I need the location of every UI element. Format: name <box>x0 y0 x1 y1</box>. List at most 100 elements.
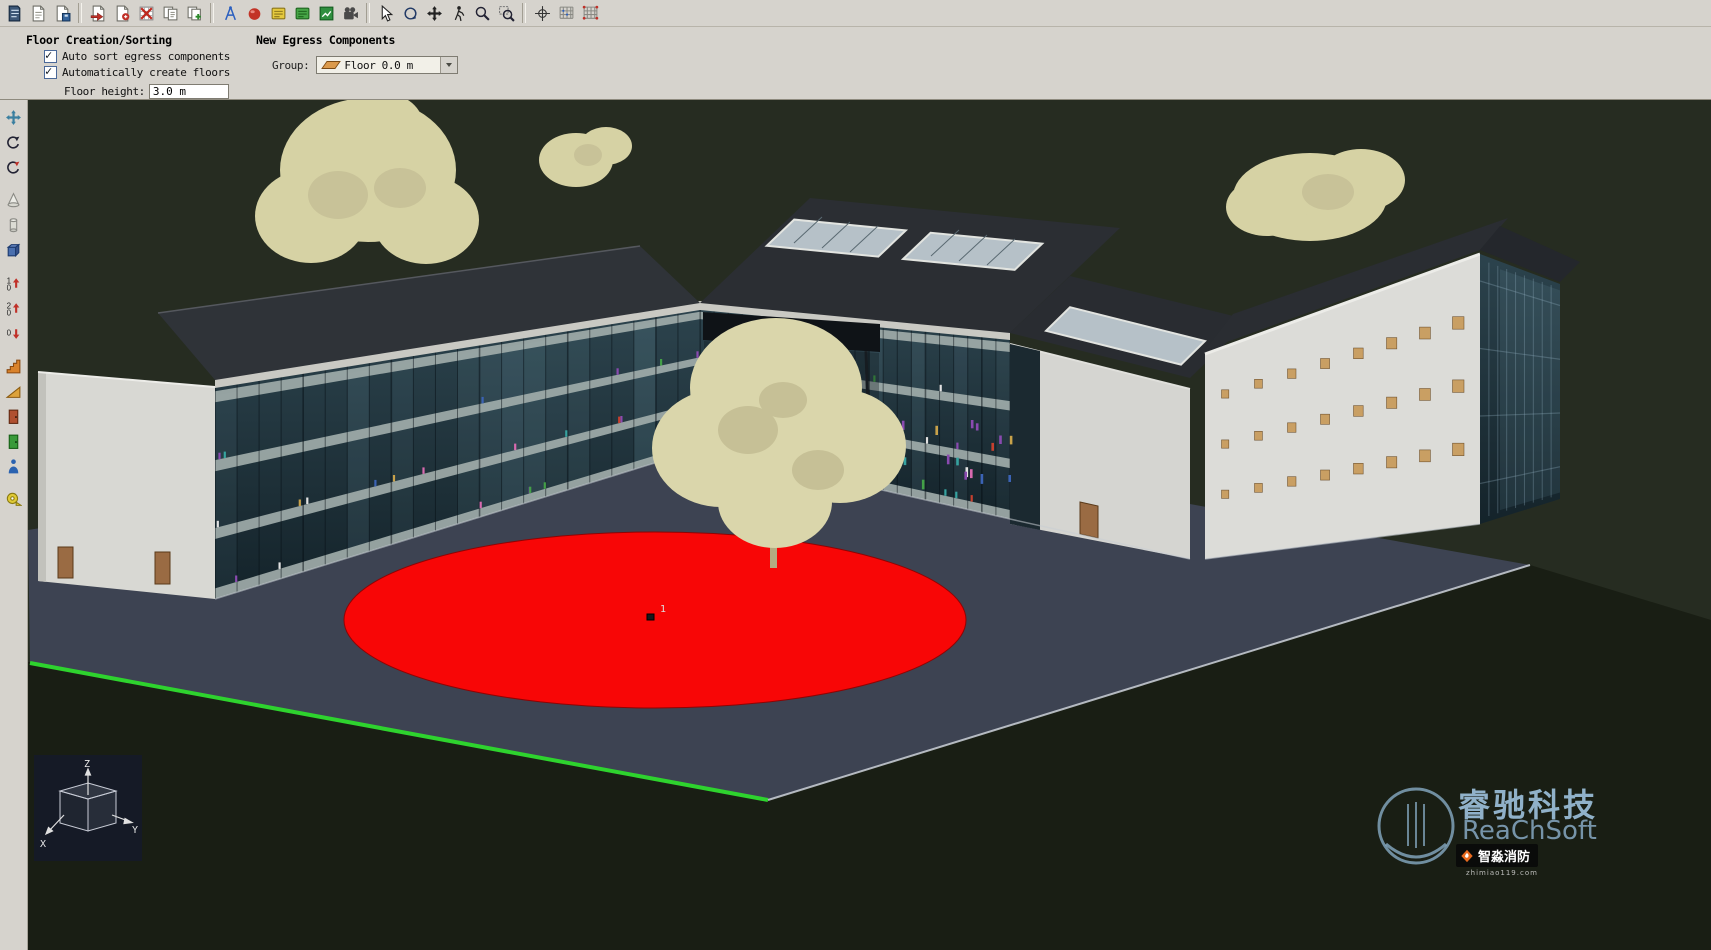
red-grid-icon <box>138 5 155 22</box>
move-object-tool-button[interactable] <box>2 105 26 129</box>
mirror-object-tool-button[interactable] <box>2 155 26 179</box>
cone-marker-tool-button[interactable] <box>2 188 26 212</box>
export-image-button[interactable] <box>110 1 134 25</box>
draw-mode-button[interactable] <box>218 1 242 25</box>
rotate-red-icon <box>5 159 22 176</box>
grid-red-icon <box>582 5 599 22</box>
profiles-button[interactable] <box>266 1 290 25</box>
crosshair-icon <box>534 5 551 22</box>
floor-above-button-button[interactable]: 10 <box>2 271 26 295</box>
run-simulation-button[interactable] <box>134 1 158 25</box>
floor-height-row: Floor height: <box>64 84 254 99</box>
zoom-icon <box>474 5 491 22</box>
results-view-button[interactable] <box>314 1 338 25</box>
floor-panel-title: Floor Creation/Sorting <box>26 33 254 47</box>
group-row: Group: Floor 0.0 m <box>272 56 496 74</box>
floor-below-button-button[interactable]: 0 <box>2 321 26 345</box>
pan-tool-button[interactable] <box>422 1 446 25</box>
floor-height-label: Floor height: <box>64 85 145 98</box>
zoom-tool-button[interactable] <box>470 1 494 25</box>
auto-sort-checkbox[interactable] <box>44 50 57 63</box>
save-file-button[interactable] <box>50 1 74 25</box>
3d-viewport[interactable]: 1 <box>28 100 1711 950</box>
tape-icon <box>5 491 22 508</box>
scene-canvas[interactable]: 1 <box>28 100 1711 950</box>
occupant-icon <box>5 458 22 475</box>
orbit-tool-button[interactable] <box>398 1 422 25</box>
svg-text:0: 0 <box>7 283 12 292</box>
measure-tool-button[interactable] <box>2 487 26 511</box>
door-green-icon <box>5 433 22 450</box>
cone-icon <box>5 192 22 209</box>
import-model-button[interactable] <box>86 1 110 25</box>
cursor-icon <box>378 5 395 22</box>
occupant-area-circle[interactable] <box>344 532 966 708</box>
grid-settings-button[interactable] <box>578 1 602 25</box>
toolbar-separator <box>78 3 82 23</box>
open-file-button[interactable] <box>26 1 50 25</box>
page-icon <box>30 5 47 22</box>
card-yellow-icon <box>270 5 287 22</box>
exit-tool-button[interactable] <box>2 429 26 453</box>
ramp-tool-button[interactable] <box>2 379 26 403</box>
egress-panel-title: New Egress Components <box>256 33 496 47</box>
floor-icon <box>322 61 342 69</box>
toolbar-separator <box>210 3 214 23</box>
auto-create-checkbox[interactable] <box>44 66 57 79</box>
door <box>1080 502 1098 538</box>
auto-create-label: Automatically create floors <box>62 66 230 79</box>
copy-view-button[interactable] <box>158 1 182 25</box>
level-down-icon: 0 <box>5 325 22 342</box>
select-tool-button[interactable] <box>374 1 398 25</box>
sphere-red-icon <box>246 5 263 22</box>
view-cube-gizmo[interactable]: Z Y X <box>34 755 142 861</box>
stairs-tool-button[interactable] <box>2 354 26 378</box>
page-save-icon <box>54 5 71 22</box>
paste-view-button[interactable] <box>182 1 206 25</box>
room-tool-button[interactable] <box>2 238 26 262</box>
toolbar-separator <box>366 3 370 23</box>
zoom-box-tool-button[interactable] <box>494 1 518 25</box>
main-toolbar <box>0 0 1711 27</box>
rotate-dark-icon <box>5 134 22 151</box>
column-icon <box>5 217 22 234</box>
page-dark-icon <box>6 5 23 22</box>
ramp-icon <box>5 383 22 400</box>
group-combobox[interactable]: Floor 0.0 m <box>316 56 458 74</box>
stairs-icon <box>5 358 22 375</box>
application-window: Floor Creation/Sorting Auto sort egress … <box>0 0 1711 950</box>
gizmo-x-label: X <box>40 839 46 850</box>
behaviors-button[interactable] <box>290 1 314 25</box>
gizmo-z-label: Z <box>84 759 90 770</box>
compass-blue-icon <box>222 5 239 22</box>
occupant-tool-button[interactable] <box>2 454 26 478</box>
new-file-button[interactable] <box>2 1 26 25</box>
door-tool-button[interactable] <box>2 404 26 428</box>
page-two-icon <box>162 5 179 22</box>
rect-blue-icon <box>5 242 22 259</box>
chart-green-icon <box>318 5 335 22</box>
zoom-box-icon <box>498 5 515 22</box>
card-green-icon <box>294 5 311 22</box>
svg-text:1: 1 <box>660 604 666 615</box>
center-view-tool-button[interactable] <box>530 1 554 25</box>
rotate-object-tool-button[interactable] <box>2 130 26 154</box>
gizmo-y-label: Y <box>132 825 138 836</box>
materials-button[interactable] <box>242 1 266 25</box>
record-movie-button[interactable] <box>338 1 362 25</box>
auto-sort-label: Auto sort egress components <box>62 50 230 63</box>
column-tool-button[interactable] <box>2 213 26 237</box>
floor-height-input[interactable] <box>149 84 229 99</box>
auto-sort-row: Auto sort egress components <box>44 50 254 63</box>
floor-current-button-button[interactable]: 20 <box>2 296 26 320</box>
door <box>58 547 73 578</box>
drawing-toolbar: 10200 <box>0 100 28 950</box>
walk-tool-button[interactable] <box>446 1 470 25</box>
auto-create-row: Automatically create floors <box>44 66 254 79</box>
combo-arrow-button[interactable] <box>440 57 457 73</box>
snap-grid-toggle-button[interactable] <box>554 1 578 25</box>
svg-text:0: 0 <box>7 308 12 317</box>
floor-creation-panel: Floor Creation/Sorting Auto sort egress … <box>26 33 254 99</box>
page-red-icon <box>114 5 131 22</box>
options-bar: Floor Creation/Sorting Auto sort egress … <box>0 27 1711 100</box>
